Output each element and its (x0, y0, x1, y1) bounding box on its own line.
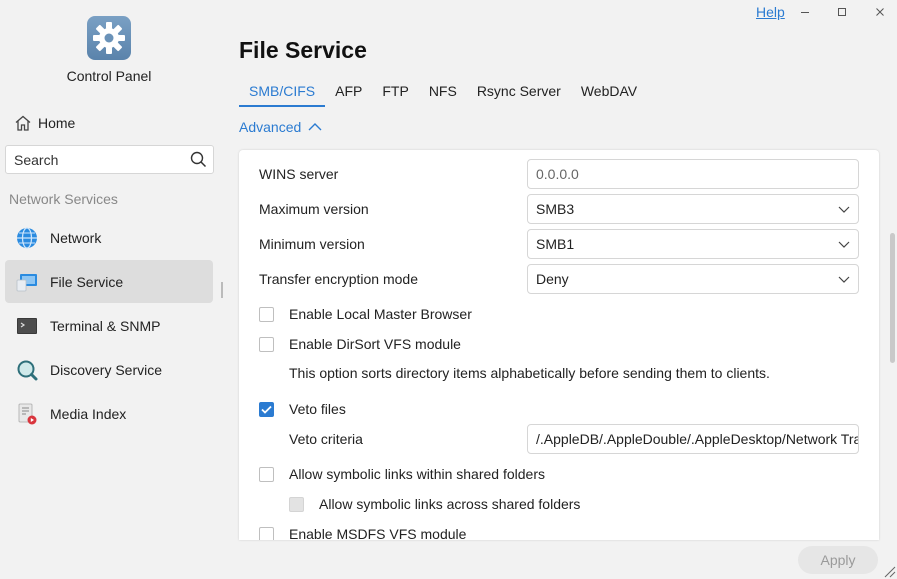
help-link[interactable]: Help (756, 4, 785, 20)
chevron-down-icon (838, 206, 850, 213)
page-title: File Service (239, 37, 367, 63)
chevron-down-icon (838, 241, 850, 248)
sidebar-item-media-index[interactable]: Media Index (5, 392, 213, 435)
sidebar-home[interactable]: Home (14, 113, 75, 133)
symlinks-within-label: Allow symbolic links within shared folde… (289, 466, 545, 482)
wins-server-label: WINS server (259, 166, 339, 182)
tab-webdav[interactable]: WebDAV (571, 83, 647, 107)
max-version-select[interactable]: SMB3 (527, 194, 859, 224)
max-version-label: Maximum version (259, 201, 369, 217)
wins-server-input[interactable]: 0.0.0.0 (527, 159, 859, 189)
section-label: Network Services (9, 191, 118, 207)
tab-nfs[interactable]: NFS (419, 83, 467, 107)
home-label: Home (38, 115, 76, 131)
tab-rsync-server[interactable]: Rsync Server (467, 83, 571, 107)
dirsort-label: Enable DirSort VFS module (289, 336, 461, 352)
dirsort-checkbox[interactable] (259, 336, 274, 352)
encryption-mode-label: Transfer encryption mode (259, 271, 418, 287)
msdfs-label: Enable MSDFS VFS module (289, 526, 467, 540)
sidebar-splitter-handle[interactable] (221, 282, 223, 298)
local-master-browser-checkbox[interactable] (259, 306, 274, 322)
sidebar-item-label: Media Index (50, 405, 127, 422)
search-input[interactable] (6, 146, 176, 173)
min-version-label: Minimum version (259, 236, 365, 252)
home-icon (15, 115, 31, 131)
advanced-toggle[interactable]: Advanced (239, 119, 323, 135)
maximize-icon[interactable] (834, 4, 850, 20)
terminal-icon (15, 314, 39, 338)
sidebar-item-file-service[interactable]: File Service (5, 260, 213, 303)
file-service-icon (15, 270, 39, 294)
veto-criteria-label: Veto criteria (289, 431, 363, 447)
symlinks-across-option[interactable]: Allow symbolic links across shared folde… (289, 495, 580, 513)
sidebar-item-terminal[interactable]: Terminal & SNMP (5, 304, 213, 347)
search-box (5, 145, 214, 174)
local-master-browser-label: Enable Local Master Browser (289, 306, 472, 322)
sidebar-item-label: Discovery Service (50, 361, 163, 378)
scrollbar-thumb[interactable] (890, 233, 895, 363)
sidebar-item-discovery[interactable]: Discovery Service (5, 348, 213, 391)
local-master-browser-option[interactable]: Enable Local Master Browser (259, 305, 472, 323)
sidebar-item-network[interactable]: Network (5, 216, 213, 259)
veto-criteria-input[interactable]: /.AppleDB/.AppleDouble/.AppleDesktop/Net… (527, 424, 859, 454)
close-icon[interactable] (872, 4, 888, 20)
checkmark-icon (261, 405, 272, 414)
max-version-value: SMB3 (536, 201, 575, 217)
sidebar-item-label: Network (50, 229, 102, 246)
symlinks-across-label: Allow symbolic links across shared folde… (319, 496, 581, 512)
media-index-icon (15, 402, 39, 426)
tab-bar: SMB/CIFS AFP FTP NFS Rsync Server WebDAV (239, 83, 647, 107)
veto-files-checkbox[interactable] (259, 401, 274, 417)
msdfs-option[interactable]: Enable MSDFS VFS module (259, 525, 466, 540)
min-version-select[interactable]: SMB1 (527, 229, 859, 259)
resize-grip-icon[interactable] (882, 564, 896, 578)
symlinks-within-checkbox[interactable] (259, 466, 274, 482)
veto-files-label: Veto files (289, 401, 346, 417)
dirsort-description: This option sorts directory items alphab… (289, 365, 770, 381)
tab-smb-cifs[interactable]: SMB/CIFS (239, 83, 326, 107)
encryption-mode-value: Deny (536, 271, 569, 287)
app-title: Control Panel (66, 68, 152, 84)
advanced-label: Advanced (239, 119, 302, 135)
settings-panel: WINS server 0.0.0.0 Maximum version SMB3… (239, 150, 879, 540)
search-icon[interactable] (190, 151, 207, 168)
tab-ftp[interactable]: FTP (372, 83, 418, 107)
symlinks-within-option[interactable]: Allow symbolic links within shared folde… (259, 465, 545, 483)
apply-button[interactable]: Apply (798, 546, 878, 574)
sidebar-item-label: Terminal & SNMP (50, 317, 161, 334)
magnifier-icon (15, 358, 39, 382)
globe-icon (15, 226, 39, 250)
msdfs-checkbox[interactable] (259, 526, 274, 540)
encryption-mode-select[interactable]: Deny (527, 264, 859, 294)
sidebar-item-label: File Service (50, 273, 124, 290)
dirsort-option[interactable]: Enable DirSort VFS module (259, 335, 461, 353)
symlinks-across-checkbox[interactable] (289, 496, 304, 512)
chevron-up-icon (308, 123, 322, 131)
tab-afp[interactable]: AFP (325, 83, 372, 107)
chevron-down-icon (838, 276, 850, 283)
minimize-icon[interactable] (797, 4, 813, 20)
veto-files-option[interactable]: Veto files (259, 400, 346, 418)
sidebar: Control Panel Home Network Services Netw… (0, 0, 220, 579)
min-version-value: SMB1 (536, 236, 575, 252)
gear-icon (87, 16, 131, 60)
